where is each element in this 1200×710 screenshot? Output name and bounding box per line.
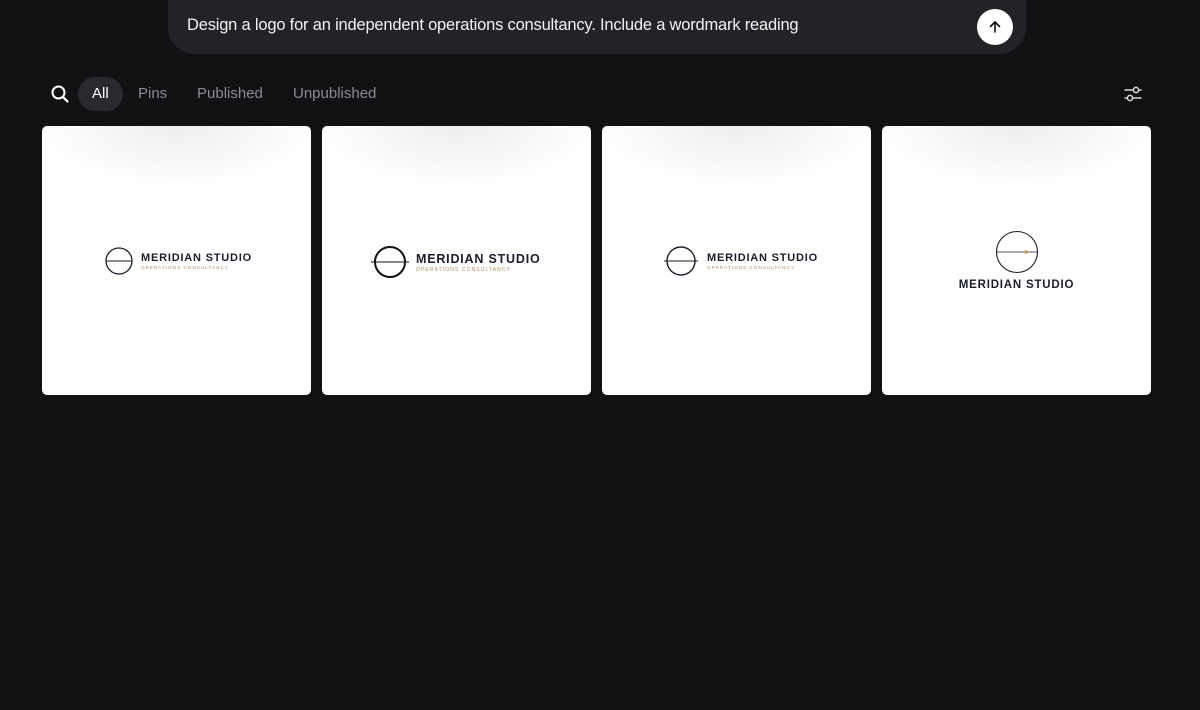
card-shadow bbox=[322, 126, 591, 186]
brand-name: MERIDIAN STUDIO bbox=[707, 252, 818, 264]
logo-lockup: MERIDIAN STUDIO bbox=[882, 230, 1151, 291]
logo-card-3[interactable]: MERIDIAN STUDIO OPERATIONS CONSULTANCY bbox=[602, 126, 871, 395]
card-shadow bbox=[882, 126, 1151, 186]
tagline: OPERATIONS CONSULTANCY bbox=[707, 265, 795, 270]
wordmark: MERIDIAN STUDIO OPERATIONS CONSULTANCY bbox=[707, 252, 818, 270]
tagline: OPERATIONS CONSULTANCY bbox=[416, 266, 512, 273]
tab-published[interactable]: Published bbox=[197, 77, 263, 111]
submit-button[interactable] bbox=[977, 9, 1013, 45]
tab-unpublished[interactable]: Unpublished bbox=[293, 77, 376, 111]
logo-card-1[interactable]: MERIDIAN STUDIO OPERATIONS CONSULTANCY bbox=[42, 126, 311, 395]
meridian-circle-icon bbox=[105, 247, 133, 275]
logo-card-2[interactable]: MERIDIAN STUDIO OPERATIONS CONSULTANCY bbox=[322, 126, 591, 395]
logo-lockup: MERIDIAN STUDIO OPERATIONS CONSULTANCY bbox=[663, 245, 818, 277]
prompt-bar[interactable]: Design a logo for an independent operati… bbox=[168, 0, 1026, 54]
brand-name: MERIDIAN STUDIO bbox=[141, 252, 252, 264]
meridian-circle-icon bbox=[995, 230, 1038, 274]
prompt-text[interactable]: Design a logo for an independent operati… bbox=[187, 16, 799, 35]
meridian-circle-icon bbox=[371, 246, 409, 278]
wordmark: MERIDIAN STUDIO OPERATIONS CONSULTANCY bbox=[141, 252, 252, 270]
search-icon[interactable] bbox=[50, 84, 70, 104]
logo-lockup: MERIDIAN STUDIO OPERATIONS CONSULTANCY bbox=[370, 245, 541, 279]
tab-all[interactable]: All bbox=[78, 77, 123, 111]
card-shadow bbox=[42, 126, 311, 186]
tagline: OPERATIONS CONSULTANCY bbox=[141, 265, 229, 270]
brand-name: MERIDIAN STUDIO bbox=[416, 251, 541, 266]
logo-card-4[interactable]: MERIDIAN STUDIO bbox=[882, 126, 1151, 395]
tab-pins[interactable]: Pins bbox=[138, 77, 167, 111]
brand-name: MERIDIAN STUDIO bbox=[958, 279, 1075, 291]
card-shadow bbox=[602, 126, 871, 186]
wordmark: MERIDIAN STUDIO OPERATIONS CONSULTANCY bbox=[416, 252, 541, 273]
meridian-circle-icon bbox=[664, 246, 698, 276]
arrow-up-icon bbox=[989, 21, 1001, 33]
logo-lockup: MERIDIAN STUDIO OPERATIONS CONSULTANCY bbox=[104, 246, 252, 276]
sliders-icon[interactable] bbox=[1122, 84, 1144, 104]
